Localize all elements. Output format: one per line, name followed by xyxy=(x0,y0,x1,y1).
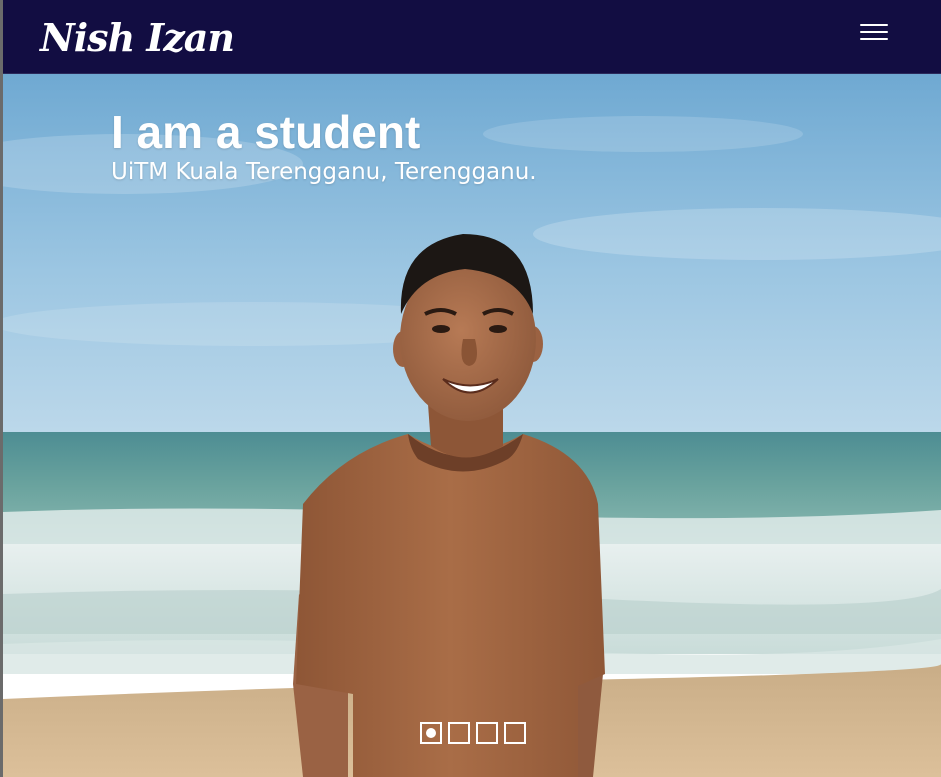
window-left-edge xyxy=(0,0,3,777)
hamburger-bar xyxy=(860,31,888,33)
carousel-indicators xyxy=(420,722,526,744)
hero-subtitle: UiTM Kuala Terengganu, Terengganu. xyxy=(111,159,537,185)
carousel-indicator-3[interactable] xyxy=(476,722,498,744)
navbar: Nish Izan xyxy=(3,0,941,74)
carousel-indicator-1[interactable] xyxy=(420,722,442,744)
hero-carousel: I am a student UiTM Kuala Terengganu, Te… xyxy=(3,74,941,777)
hamburger-bar xyxy=(860,24,888,26)
brand-logo[interactable]: Nish Izan xyxy=(40,14,235,62)
hero-title: I am a student xyxy=(111,106,421,158)
hero-caption: I am a student UiTM Kuala Terengganu, Te… xyxy=(111,106,537,186)
carousel-indicator-4[interactable] xyxy=(504,722,526,744)
hamburger-menu-icon[interactable] xyxy=(860,22,888,42)
hamburger-bar xyxy=(860,38,888,40)
carousel-indicator-2[interactable] xyxy=(448,722,470,744)
